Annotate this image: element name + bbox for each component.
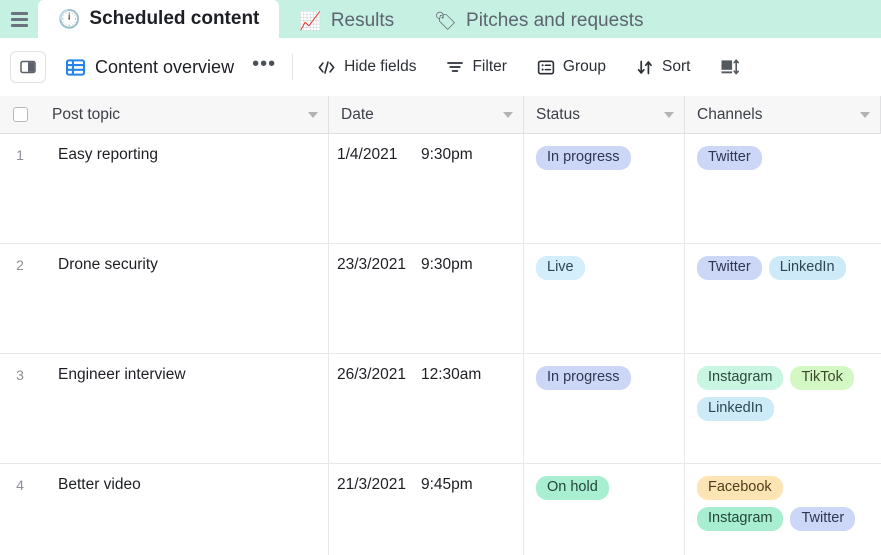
column-header-status-label: Status [536,105,580,123]
cell-date[interactable]: 26/3/2021 12:30am [329,354,524,463]
channel-tag[interactable]: TikTok [790,366,854,390]
cell-post-topic[interactable]: Better video [40,464,329,555]
group-label: Group [562,58,607,75]
column-header-post-topic[interactable]: Post topic [40,96,329,133]
sidebar-panel-icon [20,59,36,75]
row-number: 3 [16,367,24,383]
hamburger-menu-icon[interactable] [0,0,38,38]
filter-label: Filter [472,58,507,75]
sort-icon [636,59,654,76]
cell-post-topic[interactable]: Engineer interview [40,354,329,463]
time-value: 9:30pm [421,256,473,273]
row-number: 2 [16,257,24,273]
tab-bar: 🕛 Scheduled content 📈 Results 🏷 Pitches … [0,0,881,38]
data-grid: Post topic Date Status Channels 1 Easy re… [0,96,881,555]
date-value: 1/4/2021 [337,146,398,163]
row-height-icon [720,58,740,76]
cell-date[interactable]: 21/3/2021 9:45pm [329,464,524,555]
grid-view-icon [66,58,85,77]
filter-icon [446,59,464,75]
status-badge[interactable]: In progress [536,366,631,390]
sidebar-toggle-button[interactable] [10,51,46,83]
status-badge[interactable]: In progress [536,146,631,170]
sort-label: Sort [662,58,691,75]
column-header-channels-label: Channels [697,105,763,123]
cell-status[interactable]: Live [524,244,685,353]
channel-tag[interactable]: Instagram [697,507,784,531]
view-name-label: Content overview [95,56,235,77]
column-header-status[interactable]: Status [524,96,685,133]
cell-post-topic[interactable]: Easy reporting [40,134,329,243]
select-all-cell [0,96,40,133]
date-value: 21/3/2021 [337,476,406,493]
hide-fields-button[interactable]: Hide fields [307,53,426,81]
cell-status[interactable]: On hold [524,464,685,555]
label-tag-icon: 🏷 [434,11,458,31]
channel-tag[interactable]: Twitter [790,507,856,531]
column-header-date-label: Date [341,105,374,123]
chevron-down-icon[interactable] [664,111,674,118]
hide-fields-icon [317,59,336,76]
view-name-button[interactable]: Content overview [62,53,238,82]
sort-button[interactable]: Sort [626,53,700,81]
view-toolbar: Content overview ••• Hide fields Filter [0,38,881,96]
chart-icon: 📈 [299,11,322,31]
channel-tag[interactable]: LinkedIn [697,397,774,421]
row-number: 4 [16,477,24,493]
row-height-button[interactable] [710,53,750,81]
cell-channels[interactable]: Instagram TikTok LinkedIn [685,354,881,463]
table-row[interactable]: 2 Drone security 23/3/2021 9:30pm Live Twitte… [0,244,881,354]
tab-scheduled-content[interactable]: 🕛 Scheduled content [38,0,280,38]
cell-status[interactable]: In progress [524,134,685,243]
time-value: 9:30pm [421,146,473,163]
chevron-down-icon[interactable] [503,111,513,118]
status-badge[interactable]: On hold [536,476,609,500]
table-row[interactable]: 3 Engineer interview 26/3/2021 12:30am In pr… [0,354,881,464]
time-value: 9:45pm [421,476,473,493]
channel-tag[interactable]: Twitter [697,146,762,170]
clock-icon: 🕛 [58,9,81,29]
column-header-post-topic-label: Post topic [52,105,121,123]
date-value: 26/3/2021 [337,366,406,383]
group-icon [537,59,555,76]
view-more-options-button[interactable]: ••• [238,54,290,75]
chevron-down-icon[interactable] [308,111,318,118]
row-number: 1 [16,147,24,163]
tab-scheduled-content-label: Scheduled content [89,8,260,29]
tab-pitches-and-requests[interactable]: 🏷 Pitches and requests [414,4,663,38]
channel-tag[interactable]: LinkedIn [768,256,846,280]
column-header-channels[interactable]: Channels [685,96,881,133]
table-body: 1 Easy reporting 1/4/2021 9:30pm In progress… [0,134,881,555]
channel-tag[interactable]: Instagram [697,366,784,390]
column-header-date[interactable]: Date [329,96,524,133]
hide-fields-label: Hide fields [344,58,417,75]
group-button[interactable]: Group [527,53,616,81]
cell-channels[interactable]: Twitter LinkedIn [685,244,881,353]
date-value: 23/3/2021 [337,256,406,273]
channel-tag[interactable]: Facebook [697,476,783,500]
tab-results[interactable]: 📈 Results [279,4,414,38]
table-row[interactable]: 1 Easy reporting 1/4/2021 9:30pm In progress… [0,134,881,244]
cell-channels[interactable]: Facebook Instagram Twitter [685,464,881,555]
status-badge[interactable]: Live [536,256,585,280]
tab-results-label: Results [330,10,395,31]
chevron-down-icon[interactable] [860,111,870,118]
cell-channels[interactable]: Twitter [685,134,881,243]
cell-post-topic[interactable]: Drone security [40,244,329,353]
select-all-checkbox[interactable] [12,107,28,122]
cell-date[interactable]: 23/3/2021 9:30pm [329,244,524,353]
filter-button[interactable]: Filter [436,53,516,81]
time-value: 12:30am [421,366,482,383]
table-row[interactable]: 4 Better video 21/3/2021 9:45pm On hold Faceb… [0,464,881,555]
table-header-row: Post topic Date Status Channels [0,96,881,134]
toolbar-divider [292,54,294,80]
channel-tag[interactable]: Twitter [697,256,762,280]
tab-pitches-and-requests-label: Pitches and requests [466,10,644,31]
cell-status[interactable]: In progress [524,354,685,463]
cell-date[interactable]: 1/4/2021 9:30pm [329,134,524,243]
